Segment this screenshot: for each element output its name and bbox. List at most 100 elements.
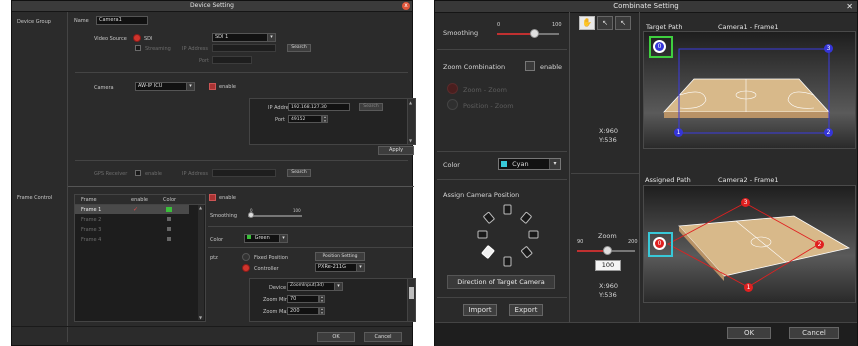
- color-select[interactable]: Cyan ▾: [498, 158, 561, 170]
- color-select[interactable]: Green ▾: [244, 234, 288, 243]
- camera-port-field[interactable]: 49152: [288, 115, 322, 123]
- gps-enable-label: enable: [145, 171, 162, 177]
- color-swatch: [247, 235, 251, 239]
- smoothing-max: 100: [552, 22, 562, 28]
- device-select-value: ZoomInput(3d): [290, 283, 324, 288]
- target-point-0[interactable]: 0: [655, 42, 664, 51]
- scroll-up-icon[interactable]: ▲: [199, 205, 202, 210]
- target-point-1[interactable]: 1: [674, 128, 683, 137]
- zoom-combination-checkbox[interactable]: [525, 61, 535, 71]
- scroll-up-icon[interactable]: ▲: [409, 100, 412, 105]
- combinate-setting-window: Combinate Setting ✕ Smoothing 0 100 Zoom…: [434, 0, 858, 346]
- zoom-combination-label: Zoom Combination: [443, 63, 506, 71]
- zoom-max-field[interactable]: 200: [287, 307, 319, 315]
- color-label: Color: [443, 161, 460, 169]
- table-scrollbar[interactable]: ▲ ▼: [198, 205, 204, 320]
- name-field[interactable]: Camera1: [96, 16, 148, 25]
- smoothing-slider-handle[interactable]: [248, 212, 254, 218]
- apply-button[interactable]: Apply: [378, 146, 414, 155]
- divider: [75, 72, 408, 73]
- zoom-min-field[interactable]: 70: [287, 295, 319, 303]
- device-select[interactable]: ZoomInput(3d) ▾: [287, 282, 343, 291]
- nav-device-group[interactable]: Device Group: [17, 19, 51, 25]
- hand-tool-icon[interactable]: ✋: [579, 16, 595, 30]
- sdi-radio[interactable]: [133, 34, 141, 42]
- title-bar: Device Setting x: [12, 1, 412, 12]
- smoothing-slider-track[interactable]: [248, 215, 302, 217]
- camera-direction-wheel[interactable]: [473, 201, 543, 271]
- streaming-ip-field[interactable]: [212, 44, 276, 52]
- controller-select[interactable]: PXRe-211G ▾: [315, 263, 365, 272]
- frame-enable-label: enable: [219, 195, 236, 201]
- streaming-checkbox[interactable]: [135, 45, 141, 51]
- scroll-down-icon[interactable]: ▼: [409, 138, 412, 143]
- name-label: Name: [74, 18, 89, 24]
- export-button[interactable]: Export: [509, 304, 543, 316]
- frame-enable-checkbox[interactable]: [209, 194, 216, 201]
- smoothing-slider-handle[interactable]: [529, 29, 539, 38]
- frame-table-header: Frame enable Color: [75, 195, 205, 205]
- nav-frame-control[interactable]: Frame Control: [17, 195, 52, 201]
- table-row[interactable]: Frame 1 ✓: [75, 205, 189, 214]
- camera-w-icon: [477, 230, 488, 239]
- zoom-panel-scrollbar[interactable]: [407, 279, 415, 321]
- cancel-button[interactable]: Cancel: [364, 332, 402, 342]
- scroll-down-icon[interactable]: ▼: [199, 315, 202, 320]
- camera-ip-field[interactable]: 192.168.127.30: [288, 103, 350, 111]
- window-title: Device Setting: [190, 2, 234, 9]
- pointer-add-icon[interactable]: ↖: [597, 16, 613, 30]
- controller-label: Controller: [254, 266, 279, 272]
- chevron-down-icon: ▾: [356, 264, 364, 271]
- target-point-3[interactable]: 3: [824, 44, 833, 53]
- scroll-thumb[interactable]: [409, 287, 414, 299]
- zoom-combination-enable: enable: [540, 63, 563, 71]
- table-row[interactable]: Frame 2: [75, 215, 189, 224]
- position-zoom-radio[interactable]: [447, 99, 458, 110]
- assigned-path-view[interactable]: 0 3 2 1: [643, 185, 856, 303]
- streaming-search-button[interactable]: Search: [287, 44, 311, 52]
- table-row[interactable]: Frame 4: [75, 235, 189, 244]
- device-setting-window: Device Setting x Device Group Frame Cont…: [11, 0, 416, 346]
- zoom-min: 90: [577, 239, 584, 245]
- pointer-remove-icon[interactable]: ↖: [615, 16, 631, 30]
- smoothing-slider-track[interactable]: [497, 33, 559, 35]
- assigned-point-1[interactable]: 1: [744, 283, 753, 292]
- divider: [437, 297, 567, 298]
- streaming-port-field[interactable]: [212, 56, 252, 64]
- frame-color-swatch: [167, 237, 171, 241]
- zoom-min-spinner-icon[interactable]: ▴ ▾: [319, 295, 325, 303]
- close-icon[interactable]: x: [402, 2, 410, 10]
- target-point-2[interactable]: 2: [824, 128, 833, 137]
- zoom-max-spinner-icon[interactable]: ▴ ▾: [319, 307, 325, 315]
- camera-enable-checkbox[interactable]: [209, 83, 216, 90]
- position-setting-button[interactable]: Position Setting: [315, 252, 365, 261]
- target-path-view[interactable]: 0 3 1 2: [643, 31, 856, 149]
- fixed-position-radio[interactable]: [242, 253, 250, 261]
- cancel-button[interactable]: Cancel: [789, 327, 839, 339]
- zoom-zoom-radio[interactable]: [447, 83, 458, 94]
- ok-button[interactable]: OK: [727, 327, 771, 339]
- zoom-slider-handle[interactable]: [603, 246, 612, 255]
- smoothing-label: Smoothing: [443, 29, 479, 37]
- gps-ip-field[interactable]: [212, 169, 276, 177]
- port-spinner-icon[interactable]: ▴ ▾: [322, 115, 328, 123]
- camera-search-button[interactable]: Search: [359, 103, 383, 111]
- gps-enable-checkbox[interactable]: [135, 170, 141, 176]
- ip-panel-scrollbar[interactable]: ▲ ▼: [407, 99, 415, 144]
- assigned-point-3[interactable]: 3: [741, 198, 750, 207]
- ok-button[interactable]: OK: [317, 332, 355, 342]
- close-icon[interactable]: ✕: [846, 1, 853, 12]
- camera-select[interactable]: AW-IP ICU ▾: [135, 82, 195, 91]
- assigned-point-0[interactable]: 0: [655, 239, 664, 248]
- check-icon[interactable]: ✓: [133, 206, 138, 213]
- sdi-select[interactable]: SDI 1 ▾: [212, 33, 276, 42]
- table-row[interactable]: Frame 3: [75, 225, 189, 234]
- import-button[interactable]: Import: [463, 304, 497, 316]
- assigned-point-2[interactable]: 2: [815, 240, 824, 249]
- camera-nw-icon: [483, 211, 495, 224]
- camera-enable-label: enable: [219, 84, 236, 90]
- streaming-port-label: Port: [199, 58, 209, 64]
- gps-search-button[interactable]: Search: [287, 169, 311, 177]
- controller-radio[interactable]: [242, 264, 250, 272]
- zoom-value-field[interactable]: 100: [595, 260, 621, 271]
